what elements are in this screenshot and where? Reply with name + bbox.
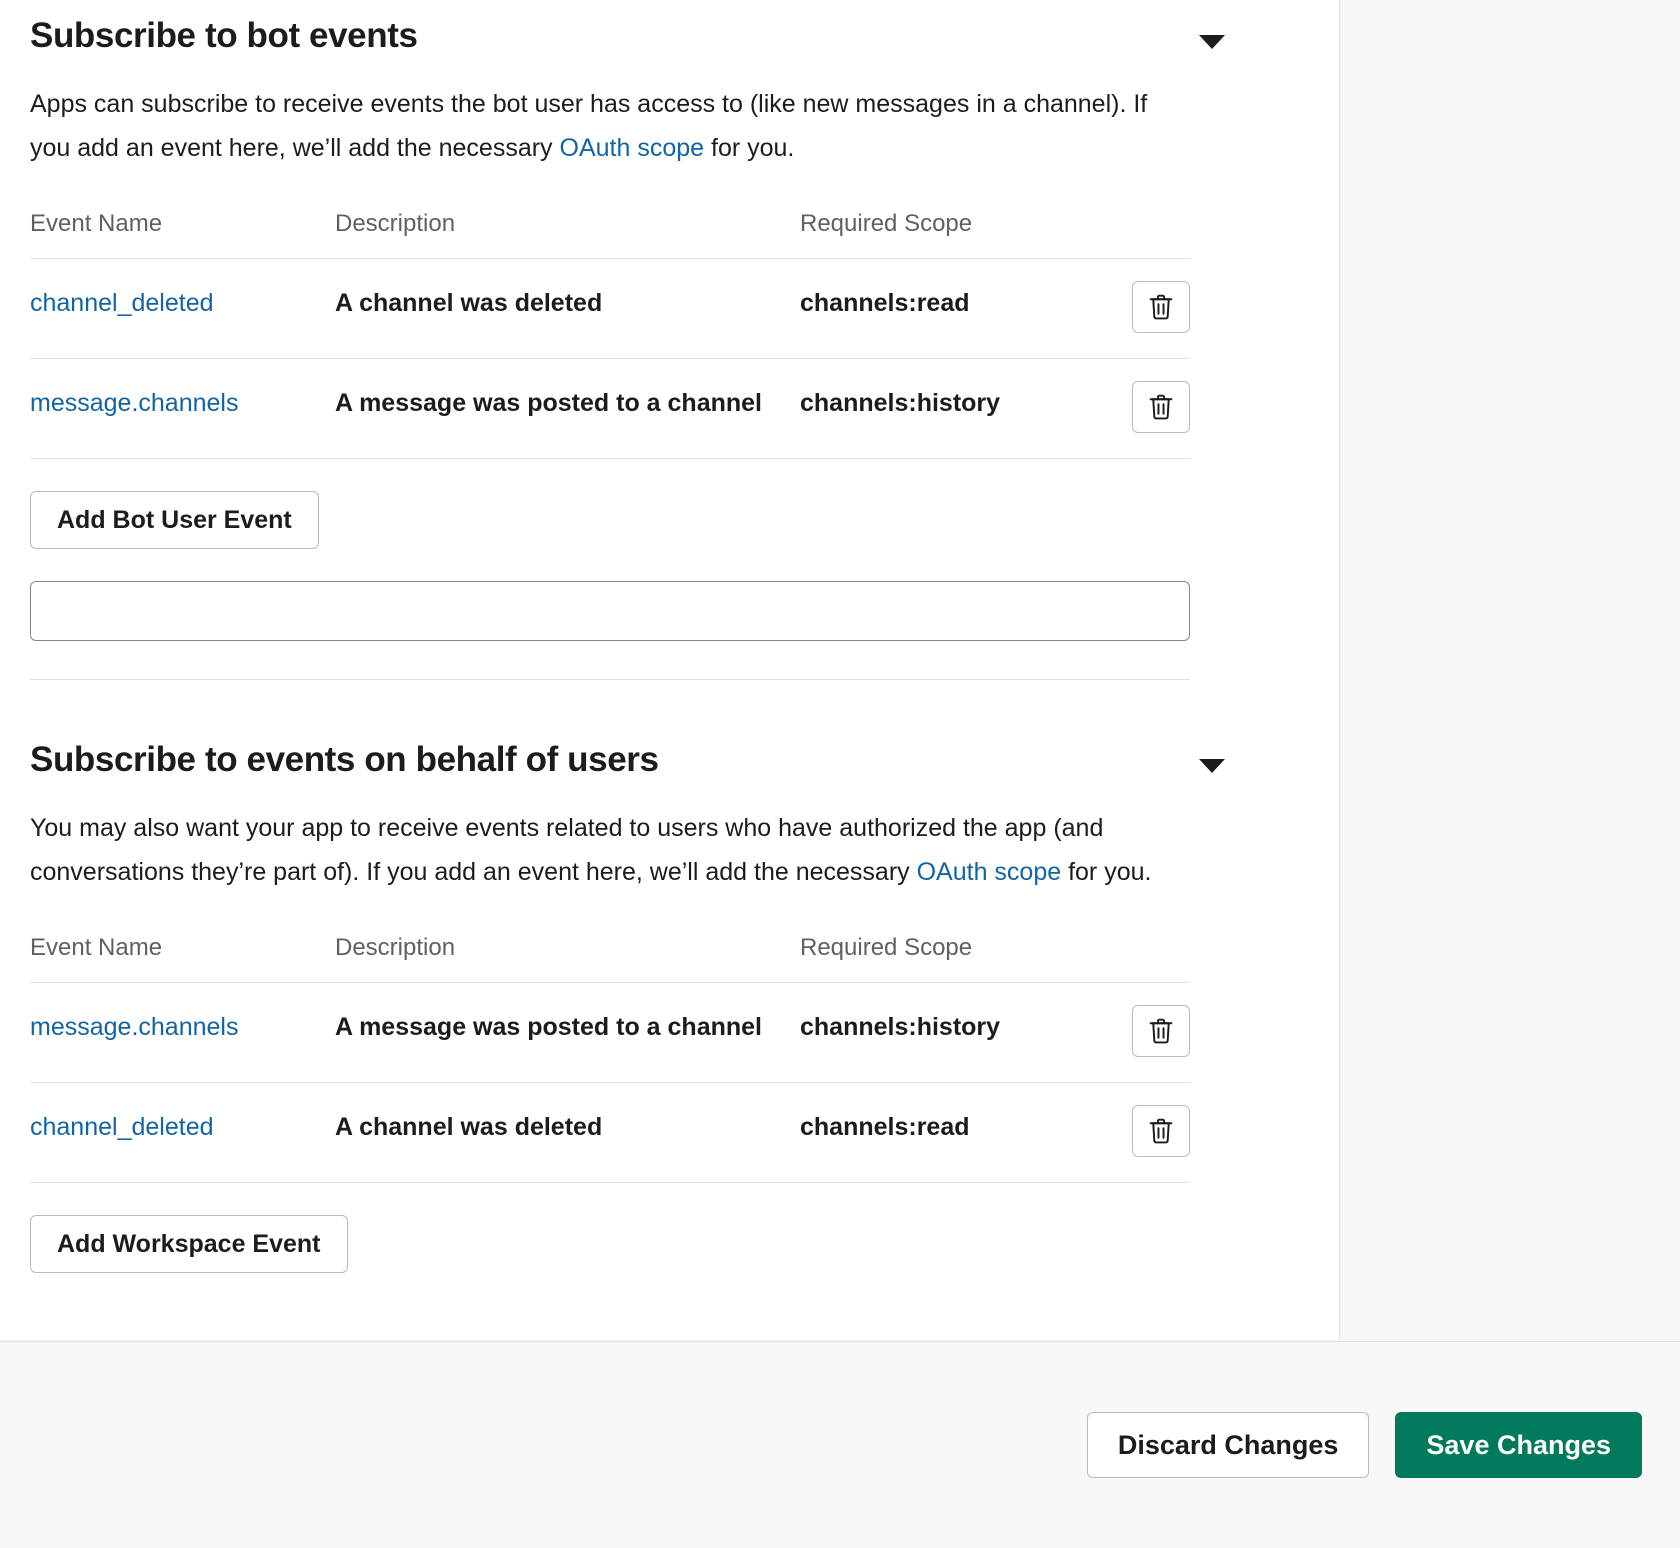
column-header-event-name: Event Name: [30, 934, 335, 983]
user-events-table: Event Name Description Required Scope me…: [30, 934, 1190, 1183]
table-row: message.channels A message was posted to…: [30, 983, 1190, 1083]
column-header-required-scope: Required Scope: [800, 934, 1085, 983]
table-header-row: Event Name Description Required Scope: [30, 210, 1190, 259]
footer-action-bar: Discard Changes Save Changes: [0, 1341, 1680, 1548]
column-header-actions: [1085, 934, 1190, 983]
delete-event-button[interactable]: [1132, 1105, 1190, 1157]
event-scope-cell: channels:history: [800, 359, 1085, 459]
table-row: channel_deleted A channel was deleted ch…: [30, 259, 1190, 359]
bot-events-title: Subscribe to bot events: [30, 14, 418, 58]
column-header-required-scope: Required Scope: [800, 210, 1085, 259]
add-bot-user-event-row: Add Bot User Event: [30, 491, 1310, 549]
event-scope-cell: channels:read: [800, 1083, 1085, 1183]
add-workspace-event-row: Add Workspace Event: [30, 1215, 1310, 1273]
event-action-cell: [1085, 1083, 1190, 1183]
event-name-cell: channel_deleted: [30, 259, 335, 359]
event-name-link[interactable]: channel_deleted: [30, 289, 214, 317]
spacer: [30, 680, 1310, 724]
column-header-description: Description: [335, 934, 800, 983]
bot-events-table: Event Name Description Required Scope ch…: [30, 210, 1190, 459]
event-name-link[interactable]: message.channels: [30, 1013, 238, 1041]
discard-changes-button[interactable]: Discard Changes: [1087, 1412, 1370, 1478]
bot-events-description-text-2: for you.: [704, 134, 794, 162]
chevron-down-icon[interactable]: [1192, 746, 1232, 786]
user-events-title: Subscribe to events on behalf of users: [30, 738, 659, 782]
chevron-down-glyph: [1199, 35, 1225, 49]
trash-icon: [1147, 292, 1175, 322]
bot-event-search-input[interactable]: [30, 581, 1190, 641]
column-header-event-name: Event Name: [30, 210, 335, 259]
chevron-down-glyph: [1199, 759, 1225, 773]
event-scope-cell: channels:history: [800, 983, 1085, 1083]
table-row: channel_deleted A channel was deleted ch…: [30, 1083, 1190, 1183]
user-events-description: You may also want your app to receive ev…: [30, 806, 1195, 894]
column-header-actions: [1085, 210, 1190, 259]
bot-events-section-header: Subscribe to bot events: [30, 0, 1310, 62]
event-name-link[interactable]: channel_deleted: [30, 1113, 214, 1141]
event-name-cell: message.channels: [30, 359, 335, 459]
event-scope-cell: channels:read: [800, 259, 1085, 359]
chevron-down-icon[interactable]: [1192, 22, 1232, 62]
content-panel: Subscribe to bot events Apps can subscri…: [0, 0, 1340, 1340]
bot-events-description: Apps can subscribe to receive events the…: [30, 82, 1180, 170]
add-workspace-event-button[interactable]: Add Workspace Event: [30, 1215, 348, 1273]
event-name-cell: message.channels: [30, 983, 335, 1083]
user-events-description-text-2: for you.: [1061, 858, 1151, 886]
table-header-row: Event Name Description Required Scope: [30, 934, 1190, 983]
delete-event-button[interactable]: [1132, 1005, 1190, 1057]
delete-event-button[interactable]: [1132, 281, 1190, 333]
event-description-cell: A message was posted to a channel: [335, 983, 800, 1083]
oauth-scope-link-bot[interactable]: OAuth scope: [560, 134, 705, 162]
add-bot-user-event-button[interactable]: Add Bot User Event: [30, 491, 319, 549]
page-root: Subscribe to bot events Apps can subscri…: [0, 0, 1680, 1548]
event-description-cell: A channel was deleted: [335, 1083, 800, 1183]
event-description-cell: A channel was deleted: [335, 259, 800, 359]
event-name-cell: channel_deleted: [30, 1083, 335, 1183]
trash-icon: [1147, 1116, 1175, 1146]
trash-icon: [1147, 1016, 1175, 1046]
event-action-cell: [1085, 259, 1190, 359]
save-changes-button[interactable]: Save Changes: [1395, 1412, 1642, 1478]
delete-event-button[interactable]: [1132, 381, 1190, 433]
table-row: message.channels A message was posted to…: [30, 359, 1190, 459]
user-events-section-header: Subscribe to events on behalf of users: [30, 724, 1310, 786]
event-action-cell: [1085, 983, 1190, 1083]
event-description-cell: A message was posted to a channel: [335, 359, 800, 459]
oauth-scope-link-user[interactable]: OAuth scope: [917, 858, 1062, 886]
trash-icon: [1147, 392, 1175, 422]
event-name-link[interactable]: message.channels: [30, 389, 238, 417]
event-action-cell: [1085, 359, 1190, 459]
column-header-description: Description: [335, 210, 800, 259]
